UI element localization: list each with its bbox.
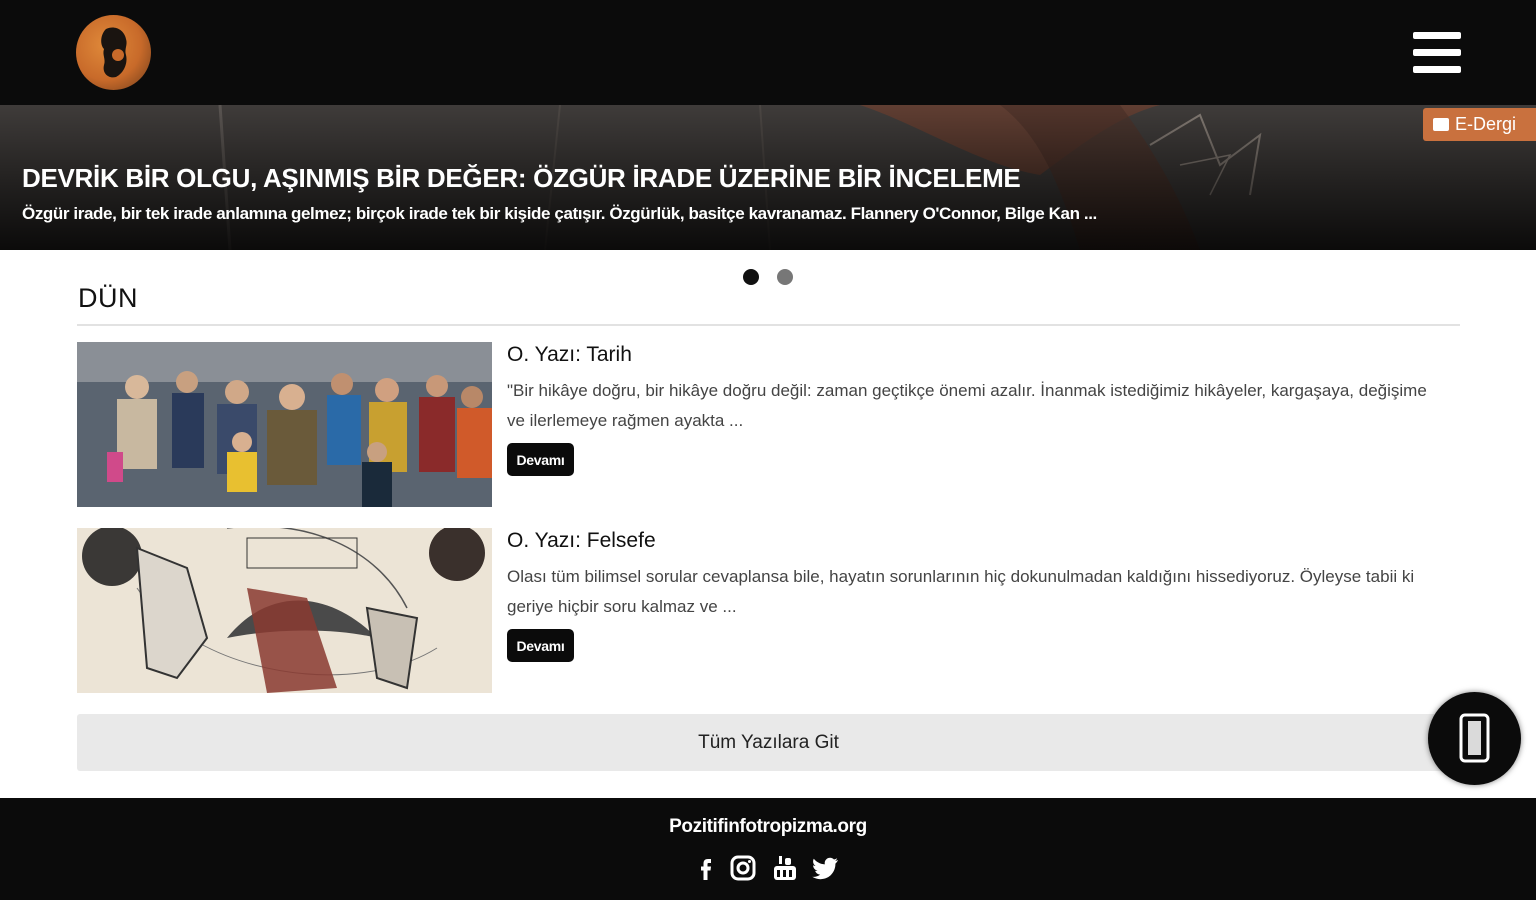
all-posts-button[interactable]: Tüm Yazılara Git xyxy=(77,714,1460,771)
book-icon xyxy=(1433,118,1449,131)
instagram-icon[interactable] xyxy=(729,854,757,882)
read-more-button[interactable]: Devamı xyxy=(507,629,574,662)
post-thumbnail-crowd[interactable] xyxy=(77,342,492,507)
crowd-photo xyxy=(77,342,492,507)
top-navbar xyxy=(0,0,1536,105)
hamburger-menu-icon[interactable] xyxy=(1413,32,1463,74)
hero-title[interactable]: DEVRİK BİR OLGU, AŞINMIŞ BİR DEĞER: ÖZGÜ… xyxy=(22,163,1021,194)
footer: Pozitifinfotropizma.org xyxy=(0,798,1536,900)
phone-icon xyxy=(1459,713,1490,763)
section-title: DÜN xyxy=(78,283,138,313)
post-excerpt: Olası tüm bilimsel sorular cevaplansa bi… xyxy=(507,567,1415,616)
post-thumbnail-philosophy[interactable] xyxy=(77,528,492,693)
philosophy-collage xyxy=(77,528,492,693)
post-excerpt: "Bir hikâye doğru, bir hikâye doğru deği… xyxy=(507,381,1427,430)
facebook-icon[interactable] xyxy=(692,854,720,882)
post-title[interactable]: O. Yazı: Felsefe xyxy=(507,529,656,553)
twitter-icon[interactable] xyxy=(812,854,840,882)
floating-phone-button[interactable] xyxy=(1428,692,1521,785)
section-divider xyxy=(77,324,1460,326)
hero-subtitle: Özgür irade, bir tek irade anlamına gelm… xyxy=(22,204,1097,223)
slider-dot-2[interactable] xyxy=(777,269,793,285)
hero-slider[interactable]: E-Dergi DEVRİK BİR OLGU, AŞINMIŞ BİR DEĞ… xyxy=(0,105,1536,250)
e-dergi-badge[interactable]: E-Dergi xyxy=(1423,108,1536,141)
logo-emblem-icon xyxy=(101,27,127,78)
slider-dot-1[interactable] xyxy=(743,269,759,285)
site-logo[interactable] xyxy=(76,15,151,90)
footer-site-name[interactable]: Pozitifinfotropizma.org xyxy=(0,816,1536,838)
post-title[interactable]: O. Yazı: Tarih xyxy=(507,343,632,367)
youtube-icon[interactable] xyxy=(771,854,799,882)
read-more-button[interactable]: Devamı xyxy=(507,443,574,476)
e-dergi-label: E-Dergi xyxy=(1455,114,1517,134)
